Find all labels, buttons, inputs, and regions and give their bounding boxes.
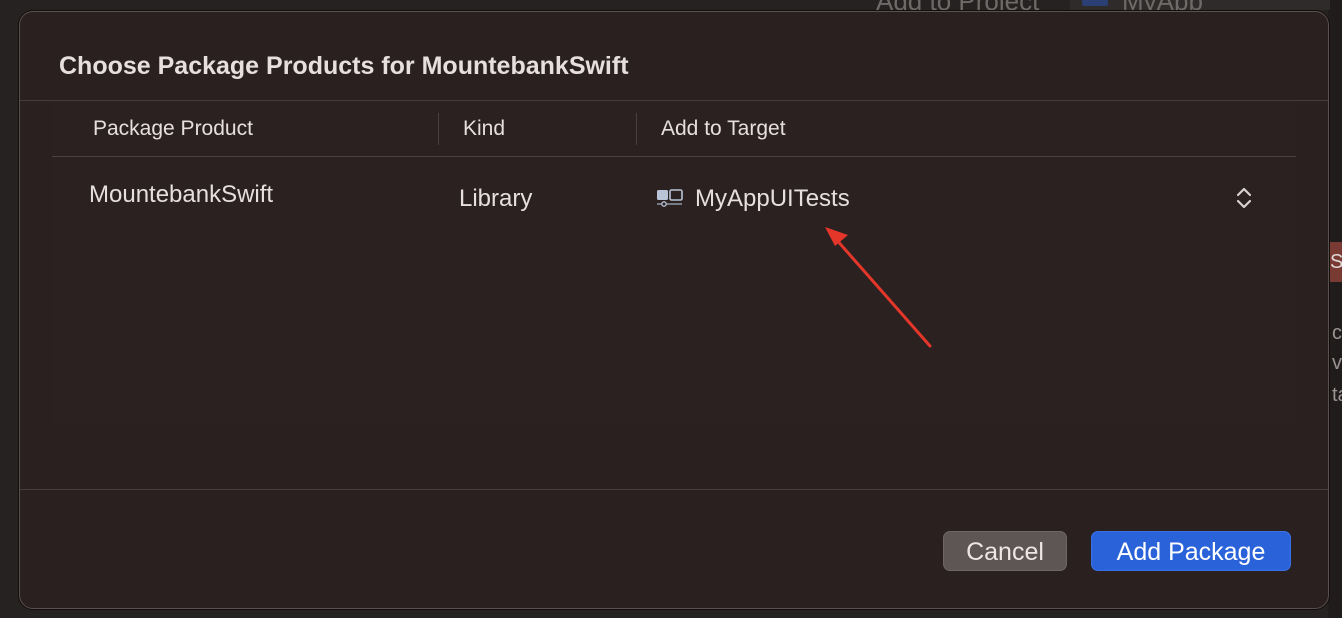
target-name: MyAppUITests xyxy=(695,185,850,212)
up-down-chevron-icon[interactable] xyxy=(1236,184,1252,212)
column-header-add-to-target[interactable]: Add to Target xyxy=(661,117,786,141)
package-products-table: Package Product Kind Add to Target Mount… xyxy=(52,101,1296,423)
table-row[interactable]: MountebankSwift Library MyAppUITests xyxy=(52,157,1296,237)
background-text-fragment: ta xyxy=(1332,384,1342,406)
column-separator[interactable] xyxy=(438,113,439,145)
add-package-button[interactable]: Add Package xyxy=(1091,531,1291,571)
background-tag: S xyxy=(1328,242,1342,282)
column-header-package-product[interactable]: Package Product xyxy=(93,117,253,141)
choose-package-products-dialog: Choose Package Products for MountebankSw… xyxy=(19,11,1329,609)
kind-cell: Library xyxy=(459,185,533,212)
cancel-button[interactable]: Cancel xyxy=(943,531,1067,571)
column-header-kind[interactable]: Kind xyxy=(463,117,505,141)
divider xyxy=(20,489,1328,490)
package-product-cell: MountebankSwift xyxy=(89,181,274,208)
table-header: Package Product Kind Add to Target xyxy=(52,101,1296,157)
column-separator[interactable] xyxy=(636,113,637,145)
background-sidebar xyxy=(1328,0,1342,618)
test-target-icon xyxy=(657,189,683,207)
dialog-title: Choose Package Products for MountebankSw… xyxy=(59,52,629,80)
app-icon xyxy=(1082,0,1108,6)
background-text-fragment: c xyxy=(1332,322,1342,344)
background-text-fragment: v xyxy=(1332,352,1342,374)
